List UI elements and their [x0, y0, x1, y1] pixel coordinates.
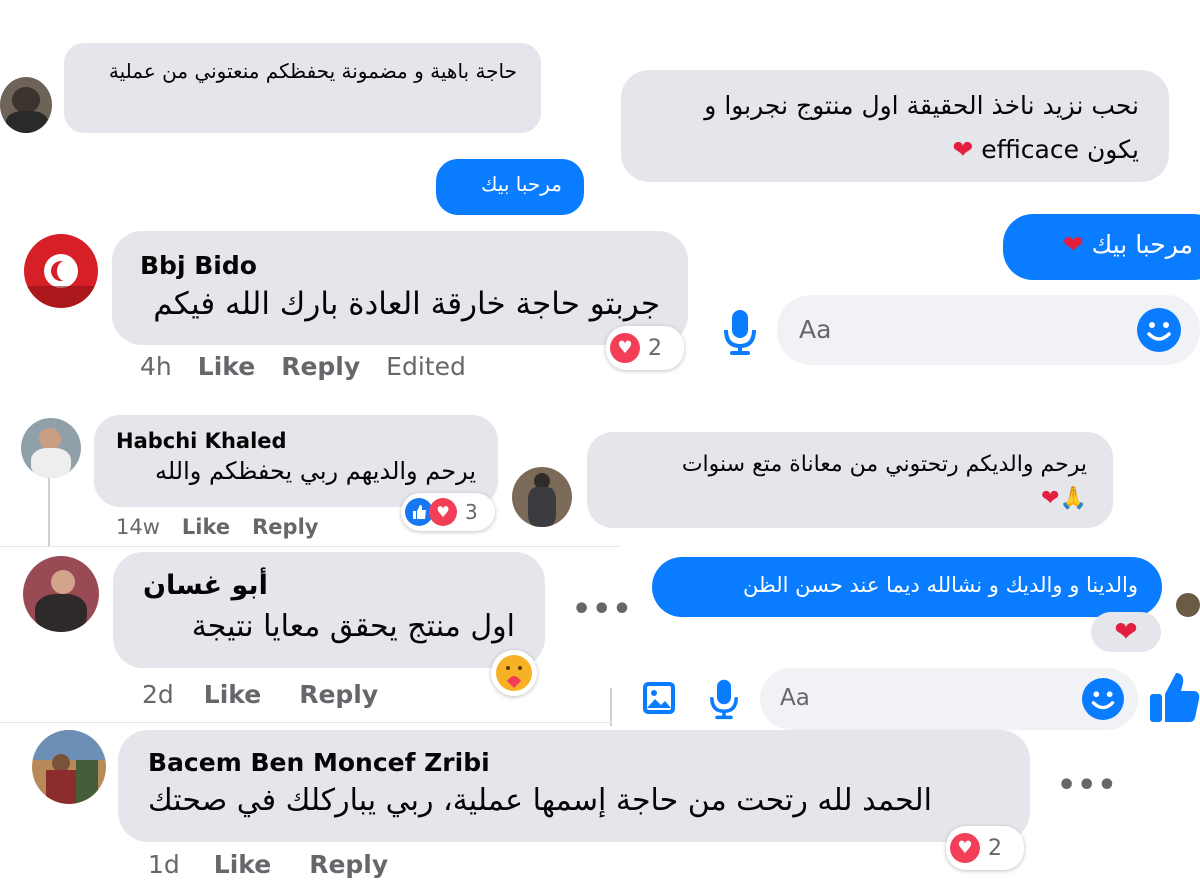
heart-icon: ♥ [610, 333, 640, 363]
comment-actions: 2d Like Reply [142, 680, 379, 709]
message-input[interactable]: Aa [760, 668, 1138, 730]
like-button[interactable]: Like [182, 515, 230, 539]
received-message: يرحم والديكم رتحتوني من معاناة متع سنوات… [587, 432, 1113, 528]
reply-button[interactable]: Reply [299, 680, 378, 709]
sent-message-right: مرحبا بيك ❤ [1003, 214, 1200, 280]
like-button[interactable]: Like [198, 352, 255, 381]
avatar[interactable] [1176, 593, 1200, 617]
comment-text: يرحم والديهم ربي يحفظكم والله [154, 457, 476, 485]
reaction-count[interactable]: ♥ 2 [946, 826, 1024, 870]
received-message-long: نحب نزيد ناخذ الحقيقة اول منتوج نجربوا و… [621, 70, 1169, 182]
heart-icon: ♥ [429, 498, 457, 526]
avatar[interactable] [21, 418, 81, 478]
heart-icon: ♥ [950, 833, 980, 863]
avatar[interactable] [32, 730, 106, 804]
reply-button[interactable]: Reply [309, 850, 388, 879]
smile-icon[interactable] [1137, 308, 1181, 352]
more-dots-icon[interactable]: ••• [572, 592, 633, 627]
reply-button[interactable]: Reply [281, 352, 360, 381]
comment-actions: 1d Like Reply [148, 850, 389, 879]
comment-actions: 14w Like Reply [116, 515, 319, 539]
microphone-icon[interactable] [708, 678, 740, 720]
microphone-icon[interactable] [722, 308, 758, 356]
divider [0, 546, 620, 547]
comment-bubble: أبو غسان اول منتج يحقق معايا نتيجة [113, 552, 545, 668]
comment-author[interactable]: Bbj Bido [140, 251, 660, 280]
comment-author[interactable]: أبو غسان [143, 570, 268, 601]
image-icon[interactable] [641, 680, 677, 716]
like-button[interactable]: Like [204, 680, 261, 709]
sent-message: والدينا و والديك و نشالله ديما عند حسن ا… [652, 557, 1162, 617]
comment-text: الحمد لله رتحت من حاجة إسمها عملية، ربي … [148, 783, 932, 818]
smile-icon[interactable] [1082, 678, 1124, 720]
reply-button[interactable]: Reply [252, 515, 318, 539]
care-icon[interactable] [491, 650, 537, 696]
red-heart-emoji: ❤ [1062, 230, 1084, 259]
more-dots-icon[interactable]: ••• [1057, 768, 1118, 803]
like-button[interactable]: Like [214, 850, 271, 879]
heart-reaction[interactable]: ❤ [1091, 612, 1161, 652]
comment-bubble: Bacem Ben Moncef Zribi الحمد لله رتحت من… [118, 730, 1030, 842]
avatar[interactable] [0, 77, 52, 133]
thumbs-up-icon[interactable] [1148, 670, 1200, 724]
reaction-count[interactable]: ♥ 3 [401, 493, 495, 531]
red-heart-emoji: ❤ [952, 135, 974, 164]
comment-author[interactable]: Bacem Ben Moncef Zribi [148, 748, 1000, 777]
comment-text: اول منتج يحقق معايا نتيجة [191, 609, 515, 644]
sent-message: مرحبا بيك [436, 159, 584, 215]
vertical-divider [610, 688, 612, 726]
avatar[interactable] [24, 234, 98, 308]
comment-actions: 4h Like Reply Edited [140, 352, 466, 381]
message-input[interactable]: Aa [777, 295, 1200, 365]
received-message: حاجة باهية و مضمونة يحفظكم منعتوني من عم… [64, 43, 541, 133]
thread-line [48, 478, 50, 546]
comment-text: جربتو حاجة خارقة العادة بارك الله فيكم [153, 286, 660, 322]
comment-author[interactable]: Habchi Khaled [116, 429, 476, 453]
divider [0, 722, 612, 723]
comment-bubble: Bbj Bido جربتو حاجة خارقة العادة بارك ال… [112, 231, 688, 345]
avatar[interactable] [23, 556, 99, 632]
reaction-count[interactable]: ♥ 2 [606, 326, 684, 370]
avatar[interactable] [512, 467, 572, 527]
prayer-heart-emoji: 🙏❤ [1041, 486, 1087, 511]
